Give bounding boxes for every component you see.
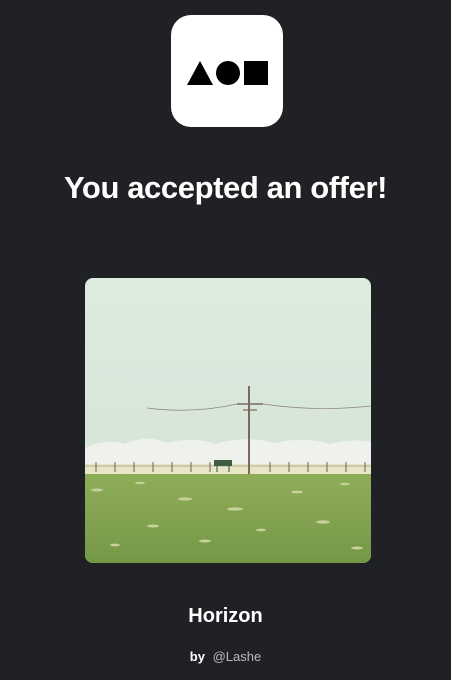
nft-artwork-image[interactable] (85, 278, 371, 563)
by-label: by (189, 649, 205, 664)
prairie-landscape-artwork-icon (85, 278, 371, 563)
artist-handle-link[interactable]: @Lashe (213, 649, 262, 664)
app-logo-tile (171, 15, 283, 127)
brand-shapes-logo-icon (187, 61, 268, 85)
artist-byline: by @Lashe (0, 649, 451, 665)
artwork-title: Horizon (188, 605, 263, 627)
page-headline: You accepted an offer! (63, 170, 388, 205)
